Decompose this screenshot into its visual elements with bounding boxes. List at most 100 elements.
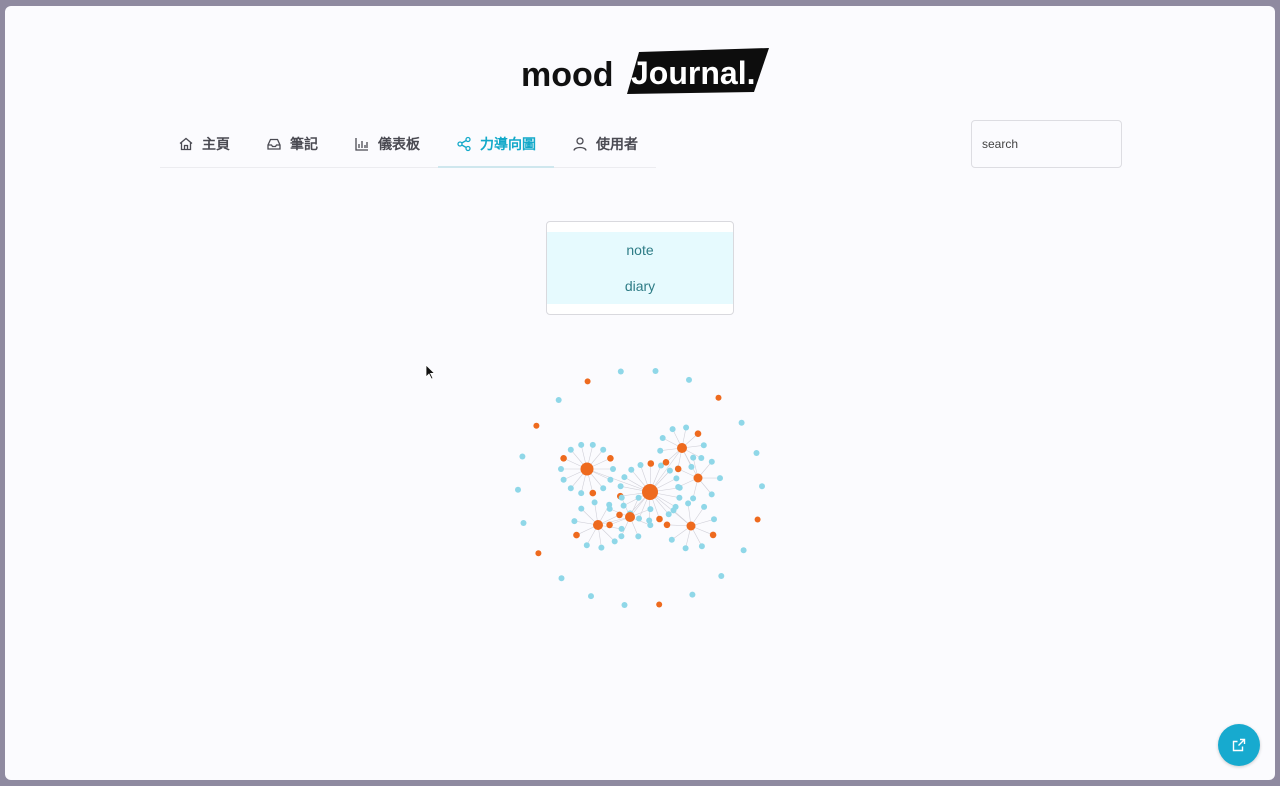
graph-node[interactable]: [657, 447, 664, 454]
graph-node[interactable]: [617, 368, 624, 375]
graph-node[interactable]: [688, 463, 695, 470]
search-input[interactable]: [971, 120, 1122, 168]
graph-node[interactable]: [694, 430, 702, 437]
graph-node[interactable]: [600, 446, 607, 453]
graph-node[interactable]: [578, 505, 585, 512]
graph-node[interactable]: [690, 454, 697, 461]
graph-node[interactable]: [620, 502, 627, 509]
filter-option-note[interactable]: note: [547, 232, 733, 268]
graph-node[interactable]: [652, 368, 659, 374]
graph-node[interactable]: [759, 483, 765, 490]
graph-node[interactable]: [635, 494, 642, 501]
graph-node[interactable]: [621, 474, 628, 481]
graph-node[interactable]: [656, 601, 663, 608]
graph-node[interactable]: [675, 484, 682, 490]
graph-node[interactable]: [520, 520, 527, 526]
graph-node[interactable]: [673, 475, 680, 482]
graph-node[interactable]: [558, 575, 565, 582]
graph-hub-node[interactable]: [593, 520, 603, 530]
nav-item-home[interactable]: 主頁: [160, 120, 248, 167]
graph-node[interactable]: [621, 602, 628, 608]
graph-node[interactable]: [533, 422, 540, 429]
graph-node[interactable]: [711, 516, 717, 523]
graph-node[interactable]: [616, 511, 623, 519]
graph-node[interactable]: [567, 446, 574, 453]
graph-node[interactable]: [676, 494, 683, 501]
graph-node[interactable]: [668, 536, 675, 543]
graph-node[interactable]: [753, 450, 760, 456]
graph-node[interactable]: [670, 507, 677, 514]
graph-node[interactable]: [628, 466, 635, 473]
graph-node[interactable]: [663, 521, 671, 529]
graph-node[interactable]: [560, 476, 567, 483]
graph-node[interactable]: [589, 441, 596, 448]
graph-node[interactable]: [647, 506, 654, 513]
graph-node[interactable]: [583, 542, 590, 549]
graph-node[interactable]: [606, 521, 613, 529]
nav-item-notes[interactable]: 筆記: [248, 120, 336, 167]
graph-node[interactable]: [701, 503, 708, 510]
graph-node[interactable]: [690, 495, 697, 502]
graph-node[interactable]: [610, 466, 616, 472]
graph-node[interactable]: [555, 397, 562, 403]
graph-node[interactable]: [584, 378, 591, 385]
graph-node[interactable]: [708, 458, 715, 465]
graph-node[interactable]: [588, 593, 594, 600]
open-external-button[interactable]: [1218, 724, 1260, 766]
graph-node[interactable]: [686, 376, 692, 383]
graph-node[interactable]: [618, 494, 625, 501]
graph-node[interactable]: [600, 485, 607, 492]
graph-node[interactable]: [738, 419, 745, 426]
graph-node[interactable]: [656, 515, 663, 523]
graph-node[interactable]: [689, 591, 696, 598]
graph-node[interactable]: [662, 459, 670, 466]
graph-node[interactable]: [571, 518, 578, 525]
graph-node[interactable]: [635, 533, 642, 540]
graph-node[interactable]: [567, 485, 574, 492]
graph-node[interactable]: [637, 462, 644, 468]
graph-node[interactable]: [578, 490, 585, 497]
graph-node[interactable]: [573, 531, 580, 539]
graph-node[interactable]: [607, 455, 614, 462]
graph-node[interactable]: [665, 511, 672, 518]
graph-node[interactable]: [683, 424, 690, 431]
graph-node[interactable]: [617, 483, 624, 490]
graph-hub-node[interactable]: [677, 443, 687, 453]
graph-hub-node[interactable]: [580, 462, 594, 476]
graph-node[interactable]: [717, 475, 723, 482]
graph-hub-node[interactable]: [686, 521, 696, 531]
graph-node[interactable]: [754, 516, 761, 523]
graph-node[interactable]: [578, 441, 585, 448]
graph-node[interactable]: [515, 486, 521, 493]
graph-node[interactable]: [659, 435, 666, 441]
graph-node[interactable]: [666, 467, 673, 474]
graph-hub-node[interactable]: [693, 473, 703, 483]
nav-item-user[interactable]: 使用者: [554, 120, 656, 167]
graph-node[interactable]: [618, 525, 625, 532]
graph-node[interactable]: [519, 453, 526, 460]
graph-node[interactable]: [715, 394, 722, 401]
graph-node[interactable]: [682, 545, 689, 552]
graph-node[interactable]: [700, 442, 707, 449]
graph-node[interactable]: [669, 426, 676, 433]
nav-item-dashboard[interactable]: 儀表板: [336, 120, 438, 167]
graph-node[interactable]: [618, 533, 625, 540]
graph-node[interactable]: [598, 544, 605, 551]
graph-hub-node[interactable]: [625, 512, 635, 522]
graph-node[interactable]: [611, 538, 618, 545]
graph-node[interactable]: [718, 573, 725, 579]
graph-node[interactable]: [674, 465, 682, 473]
graph-node[interactable]: [589, 489, 597, 497]
graph-node[interactable]: [535, 550, 542, 557]
graph-node[interactable]: [607, 476, 614, 483]
graph-node[interactable]: [647, 522, 654, 529]
nav-item-force-graph[interactable]: 力導向圖: [438, 120, 554, 168]
graph-node[interactable]: [647, 460, 655, 467]
graph-node[interactable]: [685, 500, 692, 507]
filter-option-diary[interactable]: diary: [547, 268, 733, 304]
graph-node[interactable]: [560, 455, 567, 462]
graph-node[interactable]: [698, 455, 705, 461]
graph-node[interactable]: [558, 466, 564, 472]
force-directed-graph[interactable]: [500, 356, 780, 616]
graph-node[interactable]: [606, 505, 613, 512]
